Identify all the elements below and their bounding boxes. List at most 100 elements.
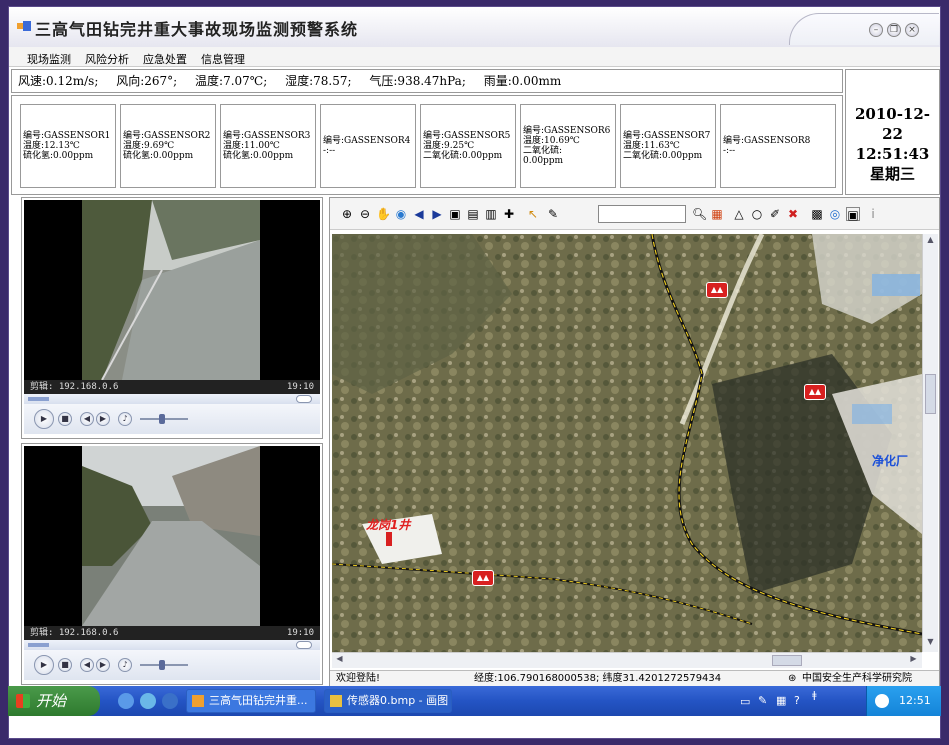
circle-icon[interactable]: ○	[750, 207, 764, 221]
quicklaunch-browser-icon[interactable]	[162, 693, 178, 709]
sensor-card[interactable]: 编号:GASSENSOR8 -:--	[720, 104, 836, 188]
seek-bar[interactable]	[24, 394, 320, 404]
info-icon[interactable]: ⅰ	[866, 207, 880, 221]
sensor-id: 编号:GASSENSOR4	[323, 136, 411, 146]
video-screen[interactable]	[24, 446, 320, 626]
well-marker-icon[interactable]	[386, 532, 392, 546]
next-icon[interactable]: ▶	[96, 658, 110, 672]
tray-volume-icon[interactable]	[875, 694, 889, 708]
pan-hand-icon[interactable]: ✋	[376, 207, 391, 221]
video-caption: 剪辑: 192.168.0.6	[30, 382, 119, 392]
plant-label: 净化厂	[872, 454, 909, 468]
layer-icon[interactable]: ▤	[466, 207, 480, 221]
tray-network-icon[interactable]: ▦	[776, 694, 786, 707]
quicklaunch-media-icon[interactable]	[140, 693, 156, 709]
seek-end-handle[interactable]	[296, 395, 312, 403]
volume-slider[interactable]	[140, 414, 188, 424]
satellite-map[interactable]: ▲▲ ▲▲ ▲▲ 龙岗1井 净化厂	[332, 234, 922, 652]
map-vertical-scrollbar[interactable]: ▲ ▼	[922, 234, 938, 652]
overview-icon[interactable]: ▥	[484, 207, 498, 221]
seek-end-handle[interactable]	[296, 641, 312, 649]
next-icon[interactable]: ▶	[96, 412, 110, 426]
zoom-in-icon[interactable]: ⊕	[340, 207, 354, 221]
sensor-id: 编号:GASSENSOR6	[523, 126, 611, 136]
menu-item-info[interactable]: 信息管理	[201, 51, 245, 67]
task-app-window[interactable]: 三高气田钻完井重...	[186, 689, 316, 713]
scroll-thumb[interactable]	[925, 374, 936, 414]
previous-icon[interactable]: ◀	[80, 658, 94, 672]
measure-icon[interactable]: ✎	[546, 207, 560, 221]
tray-pen-icon[interactable]: ✎	[758, 694, 767, 707]
camera-icon[interactable]: ▣	[846, 207, 860, 222]
sensor-card[interactable]: 编号:GASSENSOR6 温度:10.69℃ 二氧化硫: 0.00ppm	[520, 104, 616, 188]
sensor-marker[interactable]: ▲▲	[804, 384, 826, 400]
sensor-card[interactable]: 编号:GASSENSOR1 温度:12.13℃ 硫化氢:0.00ppm	[20, 104, 116, 188]
task-paint[interactable]: 传感器0.bmp - 画图	[324, 689, 452, 713]
map-search-input[interactable]	[598, 205, 686, 223]
minimize-icon[interactable]: –	[869, 23, 883, 37]
stop-icon[interactable]: ■	[58, 412, 72, 426]
seek-bar[interactable]	[24, 640, 320, 650]
forward-arrow-icon[interactable]: ▶	[430, 207, 444, 221]
previous-icon[interactable]: ◀	[80, 412, 94, 426]
sensor-marker[interactable]: ▲▲	[706, 282, 728, 298]
well-label: 龙岗1井	[366, 518, 411, 532]
sensor-card[interactable]: 编号:GASSENSOR3 温度:11.00℃ 硫化氢:0.00ppm	[220, 104, 316, 188]
print-icon[interactable]: ▩	[810, 207, 824, 221]
edit-icon[interactable]: ✐	[768, 207, 782, 221]
video-screen[interactable]	[24, 200, 320, 380]
video-time: 19:10	[286, 628, 314, 638]
sensor-card[interactable]: 编号:GASSENSOR5 温度:9.25℃ 二氧化硫:0.00ppm	[420, 104, 516, 188]
sensor-id: 编号:GASSENSOR1	[23, 131, 111, 141]
app-logo-icon	[17, 21, 31, 31]
menu-item-emergency[interactable]: 应急处置	[143, 51, 187, 67]
crosshair-icon[interactable]: ✚	[502, 207, 516, 221]
wind-direction: 风向:267°;	[116, 74, 178, 88]
polygon-icon[interactable]: △	[732, 207, 746, 221]
tray-keyboard-icon[interactable]: ▭	[740, 695, 750, 708]
quicklaunch-ie-icon[interactable]	[118, 693, 134, 709]
sensor-marker[interactable]: ▲▲	[472, 570, 494, 586]
scroll-right-icon[interactable]: ▶	[907, 654, 920, 667]
scroll-up-icon[interactable]: ▲	[924, 235, 937, 248]
map-status-bar: 欢迎登陆! 经度:106.790168000538; 纬度31.42012725…	[330, 670, 939, 686]
back-arrow-icon[interactable]: ◀	[412, 207, 426, 221]
volume-slider[interactable]	[140, 660, 188, 670]
menu-item-monitor[interactable]: 现场监测	[27, 51, 71, 67]
report-icon[interactable]: ▦	[710, 207, 724, 221]
eye-icon[interactable]: ◎	[828, 207, 842, 221]
mute-icon[interactable]: ♪	[118, 658, 132, 672]
scroll-down-icon[interactable]: ▼	[924, 637, 937, 650]
scroll-left-icon[interactable]: ◀	[333, 654, 346, 667]
globe-icon[interactable]: ◉	[394, 207, 408, 221]
mute-icon[interactable]: ♪	[118, 412, 132, 426]
sensor-reading: 温度:12.13℃	[23, 141, 80, 151]
sensor-card[interactable]: 编号:GASSENSOR7 温度:11.63℃ 二氧化硫:0.00ppm	[620, 104, 716, 188]
scroll-thumb[interactable]	[772, 655, 802, 666]
start-button[interactable]: 开始	[8, 686, 100, 716]
sensor-reading: 0.00ppm	[523, 156, 564, 166]
close-icon[interactable]: ×	[905, 23, 919, 37]
menu-bar: 现场监测 风险分析 应急处置 信息管理	[9, 47, 940, 67]
menu-item-risk[interactable]: 风险分析	[85, 51, 129, 67]
tray-help-icon[interactable]: ?	[794, 694, 800, 707]
map-imagery	[332, 234, 922, 652]
sensor-card[interactable]: 编号:GASSENSOR4 -:--	[320, 104, 416, 188]
map-horizontal-scrollbar[interactable]: ◀ ▶	[332, 652, 922, 668]
play-icon[interactable]: ▶	[34, 655, 54, 675]
delete-icon[interactable]: ✖	[786, 207, 800, 221]
tray-options-icon[interactable]: ǂ	[812, 690, 817, 701]
windows-logo-icon	[16, 694, 30, 708]
volume-handle[interactable]	[159, 414, 165, 424]
sensor-reading: 温度:10.69℃	[523, 136, 580, 146]
sensor-card[interactable]: 编号:GASSENSOR2 温度:9.69℃ 硫化氢:0.00ppm	[120, 104, 216, 188]
volume-handle[interactable]	[159, 660, 165, 670]
search-icon[interactable]: 🔍︎	[692, 207, 707, 221]
play-icon[interactable]: ▶	[34, 409, 54, 429]
restore-icon[interactable]: ❐	[887, 23, 901, 37]
zoom-out-icon[interactable]: ⊖	[358, 207, 372, 221]
full-extent-icon[interactable]: ▣	[448, 207, 462, 221]
stop-icon[interactable]: ■	[58, 658, 72, 672]
title-bar: 三高气田钻完井重大事故现场监测预警系统 – ❐ ×	[9, 7, 940, 47]
select-icon[interactable]: ↖	[526, 207, 540, 221]
